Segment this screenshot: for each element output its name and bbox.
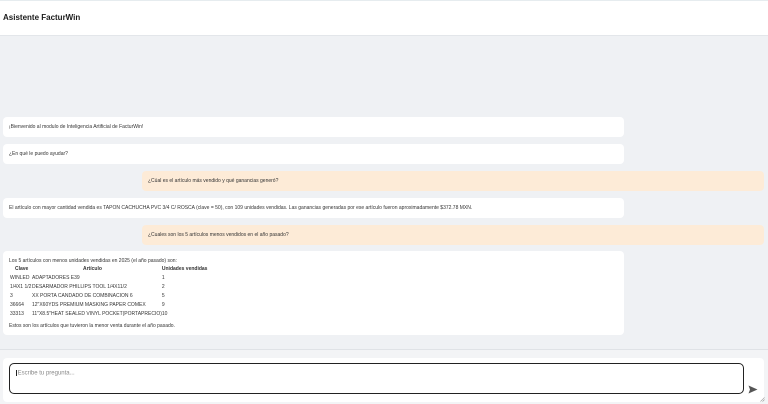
- cell-unidades: 10: [161, 311, 168, 318]
- cell-unidades: 9: [161, 302, 165, 309]
- bot-message-welcome: ¡Bienvenido al modulo de Inteligencia Ar…: [3, 117, 624, 137]
- answer-intro: Los 5 artículos con menos unidades vendi…: [9, 258, 177, 264]
- cell-clave: 36664: [10, 302, 24, 309]
- bot-message-answer-1: El artículo con mayor cantidad vendida e…: [3, 198, 624, 218]
- column-header-unidades: Unidades vendidas: [161, 266, 208, 272]
- table-row: 1/4X1 1/2 DESARMADOR PHILLIPS TOOL 1/4X1…: [9, 284, 207, 293]
- input-placeholder: Escribe tu pregunta...: [17, 370, 75, 377]
- results-table: Clave Artículo Unidades vendidas WINLED …: [9, 266, 207, 320]
- cell-clave: 33313: [10, 311, 24, 318]
- message-text: El artículo con mayor cantidad vendida e…: [9, 205, 473, 211]
- app-header: Asistente FacturWin: [0, 1, 768, 36]
- user-message-question-1: ¿Cúal es el artículo más vendido y qué g…: [142, 171, 764, 191]
- message-text: ¡Bienvenido al modulo de Inteligencia Ar…: [9, 124, 144, 130]
- text-cursor: [16, 370, 17, 376]
- send-icon: [748, 385, 758, 393]
- question-input[interactable]: Escribe tu pregunta...: [9, 363, 744, 394]
- cell-unidades: 2: [161, 284, 165, 291]
- cell-clave: 1/4X1 1/2: [10, 284, 32, 291]
- input-bar: Escribe tu pregunta...: [0, 349, 768, 404]
- table-row: 3 XX PORTA CANDADO DE COMBINACION 6 5: [9, 293, 207, 302]
- message-text: ¿Cuales son los 5 artículos menos vendid…: [148, 232, 289, 238]
- cell-clave: WINLED: [10, 275, 30, 282]
- cell-clave: 3: [10, 293, 13, 300]
- input-card: Escribe tu pregunta...: [3, 358, 765, 402]
- resize-handle-icon[interactable]: [760, 397, 765, 402]
- table-row: WINLED ADAPTADORES E39 1: [9, 275, 207, 284]
- table-row: 33313 11"X8.5"HEAT SEALED VINYL POCKET(P…: [9, 311, 207, 320]
- cell-unidades: 1: [161, 275, 165, 282]
- bot-message-answer-2: Los 5 artículos con menos unidades vendi…: [3, 251, 624, 335]
- app-title: Asistente FacturWin: [3, 13, 81, 22]
- send-button[interactable]: [747, 383, 759, 395]
- cell-articulo: 12"X60YDS PREMIUM MASKING PAPER COMEX: [32, 302, 146, 309]
- table-row: 36664 12"X60YDS PREMIUM MASKING PAPER CO…: [9, 302, 207, 311]
- answer-outro: Estos son los artículos que tuvieron la …: [9, 323, 175, 329]
- user-message-question-2: ¿Cuales son los 5 artículos menos vendid…: [142, 225, 764, 245]
- column-header-clave: Clave: [15, 266, 29, 272]
- cell-articulo: DESARMADOR PHILLIPS TOOL 1/4X11/2: [32, 284, 127, 291]
- table-header-row: Clave Artículo Unidades vendidas: [9, 266, 207, 275]
- column-header-articulo: Artículo: [83, 266, 102, 272]
- cell-articulo: ADAPTADORES E39: [32, 275, 80, 282]
- cell-articulo: 11"X8.5"HEAT SEALED VINYL POCKET(PORTAPR…: [32, 311, 162, 318]
- message-text: ¿Cúal es el artículo más vendido y qué g…: [148, 178, 279, 184]
- cell-articulo: XX PORTA CANDADO DE COMBINACION 6: [32, 293, 133, 300]
- cell-unidades: 5: [161, 293, 165, 300]
- message-text: ¿En qué le puedo ayudar?: [9, 151, 68, 157]
- bot-message-help: ¿En qué le puedo ayudar?: [3, 144, 624, 164]
